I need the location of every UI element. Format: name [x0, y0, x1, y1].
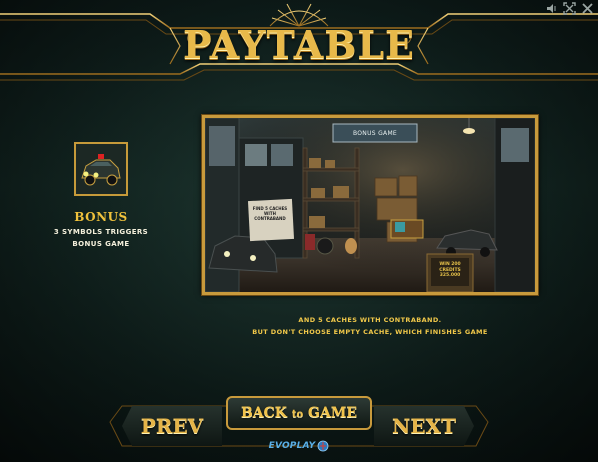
description-line-2: BUT DON'T CHOOSE EMPTY CACHE, WHICH FINI…	[252, 328, 488, 336]
evoplay-logo: EVOPLAY	[258, 438, 340, 454]
prev-button[interactable]: PREV	[122, 406, 222, 446]
warehouse-scene	[205, 118, 535, 292]
symbol-title: BONUS	[74, 210, 128, 224]
fullscreen-icon[interactable]	[563, 2, 576, 15]
bonus-game-preview: BONUS GAME FIND 5 CACHES WITH CONTRABAND…	[202, 115, 538, 295]
sound-icon[interactable]	[545, 2, 558, 15]
logo-globe-icon	[317, 440, 329, 452]
logo-text: EVOPLAY	[268, 441, 316, 451]
window-controls	[545, 2, 594, 15]
description-line-1: AND 5 CACHES WITH CONTRABAND.	[298, 316, 442, 324]
next-button[interactable]: NEXT	[374, 406, 474, 446]
symbol-rule-line-2: BONUS GAME	[72, 240, 130, 248]
car-symbol-icon	[74, 142, 128, 196]
scene-sign-text: BONUS GAME	[352, 130, 398, 137]
scene-note-text: FIND 5 CACHES WITH CONTRABAND	[252, 206, 288, 221]
back-label: BACK	[240, 405, 287, 421]
symbol-rule-line-1: 3 SYMBOLS TRIGGERS	[53, 228, 149, 236]
close-icon[interactable]	[581, 2, 594, 15]
scene-crate-text: WIN 200 CREDITS 325.000	[439, 262, 461, 278]
back-to-label: to	[291, 409, 304, 420]
page-title: PAYTABLE	[182, 22, 415, 67]
back-to-game-button[interactable]: BACK to GAME	[226, 396, 372, 430]
back-game-label: GAME	[308, 405, 358, 421]
